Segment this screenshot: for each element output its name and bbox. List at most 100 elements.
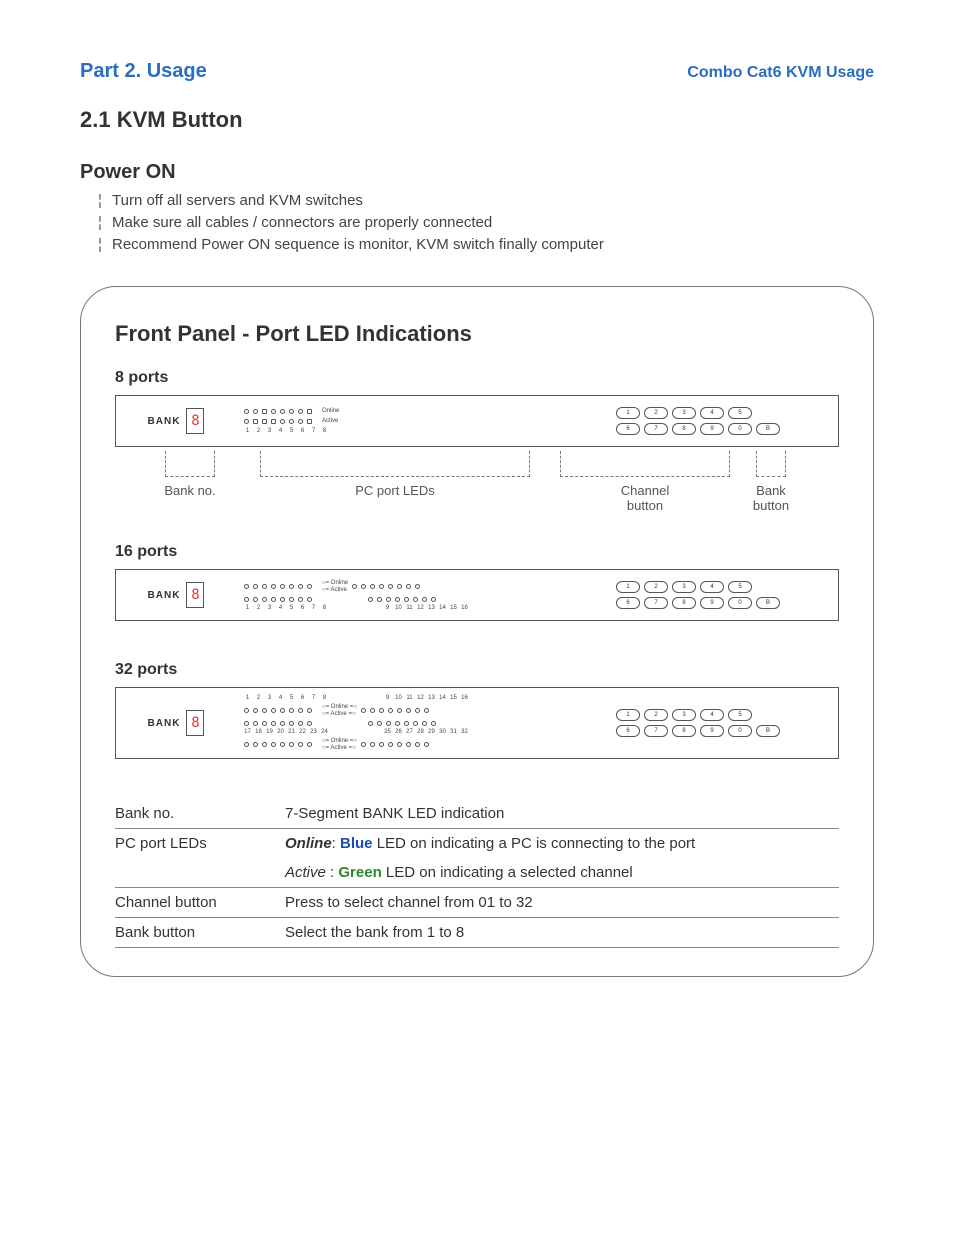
callout-label: Channel button	[555, 483, 735, 513]
channel-button[interactable]: 9	[700, 725, 724, 737]
pc-port-leds-16: ○= Online○= Active 12345678 910111213141…	[236, 570, 608, 620]
bank-indicator: BANK 8	[116, 570, 236, 620]
legend-value: Select the bank from 1 to 8	[285, 924, 839, 941]
channel-button[interactable]: 7	[644, 725, 668, 737]
channel-button[interactable]: 2	[644, 709, 668, 721]
led-icon	[386, 597, 391, 602]
channel-button[interactable]: 6	[616, 597, 640, 609]
power-on-list: ¦ Turn off all servers and KVM switches …	[98, 190, 874, 256]
channel-button[interactable]: 8	[672, 725, 696, 737]
ports-32-heading: 32 ports	[115, 661, 839, 679]
led-icon	[415, 708, 420, 713]
led-icon	[244, 708, 249, 713]
led-icon	[298, 742, 303, 747]
led-icon	[262, 742, 267, 747]
channel-button[interactable]: 2	[644, 407, 668, 419]
led-legend: ○= Online =○○= Active =○	[322, 738, 357, 752]
list-item-text: Turn off all servers and KVM switches	[112, 190, 363, 212]
legend-value: Online: Blue LED on indicating a PC is c…	[285, 835, 839, 852]
channel-button[interactable]: 8	[672, 597, 696, 609]
channel-button[interactable]: 6	[616, 725, 640, 737]
page-header: Part 2. Usage Combo Cat6 KVM Usage	[80, 60, 874, 83]
callout-channel-btn: Channel button	[555, 451, 735, 513]
channel-button[interactable]: 1	[616, 581, 640, 593]
legend-table: Bank no. 7-Segment BANK LED indication P…	[115, 799, 839, 948]
channel-button[interactable]: 5	[728, 581, 752, 593]
legend-value: Active : Green LED on indicating a selec…	[285, 864, 839, 881]
channel-button[interactable]: 9	[700, 597, 724, 609]
led-icon	[307, 597, 312, 602]
led-icon	[289, 419, 294, 424]
button-row-1: 1 2 3 4 5	[616, 709, 830, 721]
table-row: Bank button Select the bank from 1 to 8	[115, 918, 839, 948]
blue-text: Blue	[340, 835, 373, 852]
led-numbers: 12345678	[244, 428, 600, 434]
channel-button[interactable]: 6	[616, 423, 640, 435]
ports-16-heading: 16 ports	[115, 543, 839, 561]
led-icon	[298, 597, 303, 602]
pc-port-leds-32: 12345678 910111213141516 ○= Online =○○= …	[236, 688, 608, 758]
led-icon	[271, 419, 276, 424]
led-icon	[271, 742, 276, 747]
legend-key: Bank no.	[115, 805, 285, 822]
channel-button[interactable]: 0	[728, 725, 752, 737]
bank-button[interactable]: B	[756, 725, 780, 737]
channel-button[interactable]: 2	[644, 581, 668, 593]
channel-button[interactable]: 7	[644, 423, 668, 435]
led-icon	[361, 584, 366, 589]
led-legend-online: Online	[322, 408, 339, 415]
button-row-1: 1 2 3 4 5	[616, 407, 830, 419]
led-numbers-mid: 1718192021222324 2526272829303132	[244, 729, 600, 735]
led-icon	[395, 597, 400, 602]
table-row: Bank no. 7-Segment BANK LED indication	[115, 799, 839, 829]
led-icon	[289, 584, 294, 589]
channel-button[interactable]: 7	[644, 597, 668, 609]
led-icon	[271, 409, 276, 414]
panel-buttons: 1 2 3 4 5 6 7 8 9 0 B	[608, 396, 838, 446]
led-icon	[289, 597, 294, 602]
legend-key: PC port LEDs	[115, 835, 285, 852]
led-icon	[280, 742, 285, 747]
led-icon	[368, 597, 373, 602]
led-icon	[280, 584, 285, 589]
channel-button[interactable]: 4	[700, 407, 724, 419]
channel-button[interactable]: 4	[700, 709, 724, 721]
bank-button[interactable]: B	[756, 423, 780, 435]
channel-button[interactable]: 0	[728, 423, 752, 435]
channel-button[interactable]: 5	[728, 407, 752, 419]
channel-button[interactable]: 9	[700, 423, 724, 435]
led-icon	[262, 597, 267, 602]
led-icon	[370, 708, 375, 713]
channel-button[interactable]: 3	[672, 709, 696, 721]
table-row: Active : Green LED on indicating a selec…	[115, 858, 839, 888]
led-icon	[406, 742, 411, 747]
led-icon	[271, 584, 276, 589]
channel-button[interactable]: 5	[728, 709, 752, 721]
led-icon	[280, 721, 285, 726]
led-icon	[298, 409, 303, 414]
channel-button[interactable]: 0	[728, 597, 752, 609]
led-icon	[413, 597, 418, 602]
led-icon	[415, 584, 420, 589]
led-row-active: Active	[244, 418, 600, 425]
bank-button[interactable]: B	[756, 597, 780, 609]
channel-button[interactable]: 8	[672, 423, 696, 435]
led-icon	[298, 721, 303, 726]
channel-button[interactable]: 4	[700, 581, 724, 593]
callout-label: PC port LEDs	[255, 483, 535, 498]
channel-button[interactable]: 3	[672, 581, 696, 593]
channel-button[interactable]: 3	[672, 407, 696, 419]
led-icon	[244, 597, 249, 602]
bullet-icon: ¦	[98, 212, 112, 234]
list-item: ¦ Turn off all servers and KVM switches	[98, 190, 874, 212]
led-icon	[307, 419, 312, 424]
led-icon	[404, 721, 409, 726]
channel-button[interactable]: 1	[616, 709, 640, 721]
led-icon	[397, 584, 402, 589]
seg7-display: 8	[186, 408, 204, 434]
led-icon	[307, 584, 312, 589]
led-icon	[271, 721, 276, 726]
channel-button[interactable]: 1	[616, 407, 640, 419]
led-icon	[352, 584, 357, 589]
led-icon	[404, 597, 409, 602]
